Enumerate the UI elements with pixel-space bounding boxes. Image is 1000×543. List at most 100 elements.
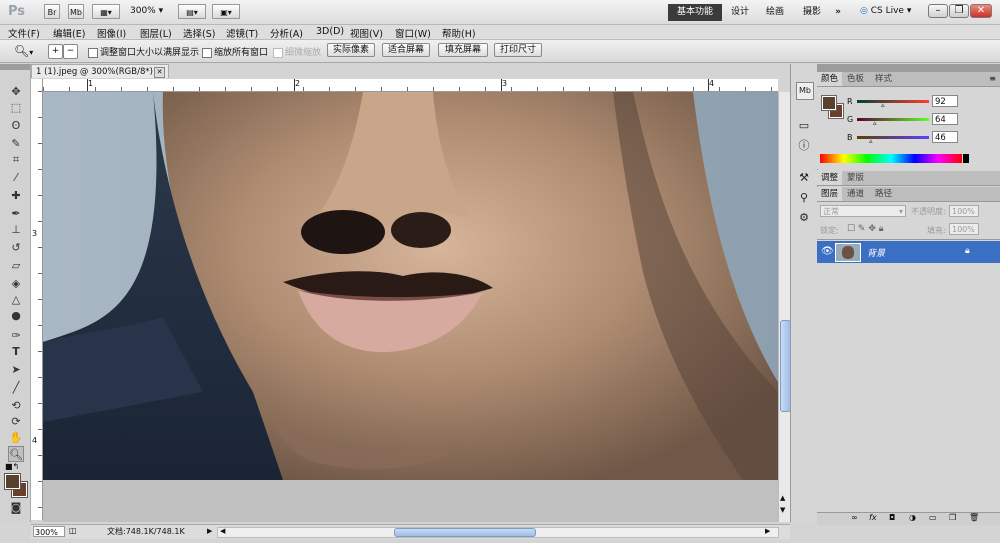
clone-stamp-tool-icon[interactable]: ⊥	[8, 222, 24, 238]
status-info-icon[interactable]: ◫	[69, 526, 77, 535]
actual-pixels-button[interactable]: 实际像素	[327, 43, 375, 57]
menu-filter[interactable]: 滤镜(T)	[226, 26, 258, 40]
scroll-right-icon[interactable]: ▶	[765, 527, 770, 535]
cs-live-button[interactable]: ◎ CS Live ▾	[860, 6, 911, 16]
menu-help[interactable]: 帮助(H)	[442, 26, 476, 40]
status-menu-arrow-icon[interactable]: ▶	[207, 527, 212, 535]
type-tool-icon[interactable]: T	[8, 344, 24, 360]
scroll-left-icon[interactable]: ◀	[220, 527, 225, 535]
quick-selection-tool-icon[interactable]: ✎	[8, 136, 24, 152]
zoom-all-windows-checkbox[interactable]	[202, 47, 212, 58]
move-tool-icon[interactable]: ✥	[8, 84, 24, 100]
red-value-input[interactable]: 92	[932, 95, 958, 107]
path-selection-tool-icon[interactable]: ➤	[8, 362, 24, 378]
menu-select[interactable]: 选择(S)	[183, 26, 215, 40]
resize-windows-checkbox[interactable]	[88, 47, 98, 58]
scroll-up-icon[interactable]: ▲	[780, 494, 785, 502]
green-slider-handle[interactable]: ▵	[873, 119, 877, 127]
healing-brush-tool-icon[interactable]: ✚	[8, 188, 24, 204]
spectrum-black-swatch[interactable]	[963, 154, 969, 163]
zoom-tool-icon[interactable]: 🔍︎	[8, 446, 24, 462]
actions-panel-icon[interactable]: ⚙	[796, 210, 812, 226]
horizontal-scroll-thumb[interactable]	[394, 528, 536, 537]
panel-menu-icon[interactable]: ≡	[989, 74, 996, 83]
brush-tool-icon[interactable]: ✒	[8, 206, 24, 222]
history-brush-tool-icon[interactable]: ↺	[8, 240, 24, 256]
eyedropper-tool-icon[interactable]: ⁄	[8, 170, 24, 186]
restore-button[interactable]: ❐	[949, 4, 969, 18]
crop-tool-icon[interactable]: ⌗	[8, 152, 24, 168]
zoom-all-windows-option[interactable]: 缩放所有窗口	[202, 45, 268, 58]
green-value-input[interactable]: 64	[932, 113, 958, 125]
workspace-essentials[interactable]: 基本功能	[668, 4, 722, 21]
info-panel-icon[interactable]: ⓘ	[796, 138, 812, 154]
tab-swatches[interactable]: 色板	[843, 72, 868, 86]
new-layer-icon[interactable]: ❒	[949, 513, 956, 522]
lock-icons[interactable]: ☐ ✎ ✥ 🔒︎	[847, 224, 884, 234]
horizontal-scrollbar[interactable]: ◀ ▶	[217, 527, 779, 538]
tab-styles[interactable]: 样式	[871, 72, 896, 86]
menu-file[interactable]: 文件(F)	[8, 26, 40, 40]
foreground-color-swatch[interactable]	[4, 473, 21, 490]
tab-adjustments[interactable]: 调整	[817, 171, 843, 185]
horizontal-ruler[interactable]: 1 2 3 4	[43, 79, 778, 92]
workspace-painting[interactable]: 绘画	[760, 4, 790, 21]
close-document-icon[interactable]: ✕	[154, 67, 165, 78]
blur-tool-icon[interactable]: △	[8, 292, 24, 308]
view-extras-dropdown[interactable]: ▦▾	[92, 4, 120, 19]
menu-image[interactable]: 图像(I)	[97, 26, 126, 40]
tools-panel-header[interactable]	[0, 64, 30, 70]
tab-layers[interactable]: 图层	[817, 187, 843, 201]
layer-mask-icon[interactable]: ◘	[889, 513, 895, 522]
color-panel-foreground-swatch[interactable]	[821, 95, 837, 111]
blend-mode-select[interactable]: 正常 ▾	[820, 205, 906, 217]
fill-input[interactable]: 100%	[949, 223, 979, 235]
fill-screen-button[interactable]: 填充屏幕	[438, 43, 488, 57]
more-workspaces-button[interactable]: »	[830, 4, 846, 21]
pen-tool-icon[interactable]: ✑	[8, 328, 24, 344]
fit-screen-button[interactable]: 适合屏幕	[382, 43, 430, 57]
zoom-tool-preset-picker[interactable]: 🔍︎▾	[14, 44, 33, 58]
blue-value-input[interactable]: 46	[932, 131, 958, 143]
paint-bucket-tool-icon[interactable]: ◈	[8, 276, 24, 292]
new-group-icon[interactable]: ▭	[929, 513, 937, 522]
scroll-down-icon[interactable]: ▼	[780, 506, 785, 514]
marquee-tool-icon[interactable]: ⬚	[8, 100, 24, 116]
quick-mask-icon[interactable]: ◙	[8, 500, 24, 516]
vertical-ruler[interactable]: 3 4	[31, 79, 43, 520]
workspace-photography[interactable]: 摄影	[797, 4, 827, 21]
menu-analysis[interactable]: 分析(A)	[270, 26, 303, 40]
menu-3d[interactable]: 3D(D)	[316, 26, 344, 37]
screen-mode-dropdown[interactable]: ▣▾	[212, 4, 240, 19]
lasso-tool-icon[interactable]: ʘ	[8, 118, 24, 134]
layer-style-icon[interactable]: fx	[869, 513, 877, 522]
menu-edit[interactable]: 编辑(E)	[53, 26, 85, 40]
close-button[interactable]: ✕	[970, 4, 992, 18]
3d-rotate-tool-icon[interactable]: ⟲	[8, 398, 24, 414]
zoom-out-icon[interactable]: −	[63, 44, 78, 59]
dodge-tool-icon[interactable]: ●	[8, 308, 24, 324]
panel-dock-header[interactable]	[817, 64, 1000, 72]
zoom-in-icon[interactable]: +	[48, 44, 63, 59]
tab-paths[interactable]: 路径	[871, 187, 896, 201]
eye-icon[interactable]: 👁︎	[821, 246, 834, 257]
brush-presets-panel-icon[interactable]: ⚒	[796, 170, 812, 186]
menu-view[interactable]: 视图(V)	[350, 26, 383, 40]
mini-bridge-icon[interactable]: Mb	[68, 4, 84, 19]
print-size-button[interactable]: 打印尺寸	[494, 43, 542, 57]
green-slider[interactable]	[857, 118, 929, 121]
arrange-documents-dropdown[interactable]: ▤▾	[178, 4, 206, 19]
line-tool-icon[interactable]: ╱	[8, 380, 24, 396]
layer-row-background[interactable]: 👁︎ 背景 🔒︎	[817, 241, 1000, 263]
blue-slider-handle[interactable]: ▵	[869, 137, 873, 145]
document-tab[interactable]: 1 (1).jpeg @ 300%(RGB/8*) ✕	[31, 64, 169, 78]
opacity-input[interactable]: 100%	[949, 205, 979, 217]
menu-layer[interactable]: 图层(L)	[140, 26, 172, 40]
bridge-icon[interactable]: Br	[44, 4, 60, 19]
tab-masks[interactable]: 蒙版	[843, 171, 868, 185]
color-spectrum-bar[interactable]	[820, 154, 962, 163]
menu-window[interactable]: 窗口(W)	[395, 26, 431, 40]
red-slider[interactable]	[857, 100, 929, 103]
clone-source-panel-icon[interactable]: ⚲	[796, 190, 812, 206]
red-slider-handle[interactable]: ▵	[881, 101, 885, 109]
